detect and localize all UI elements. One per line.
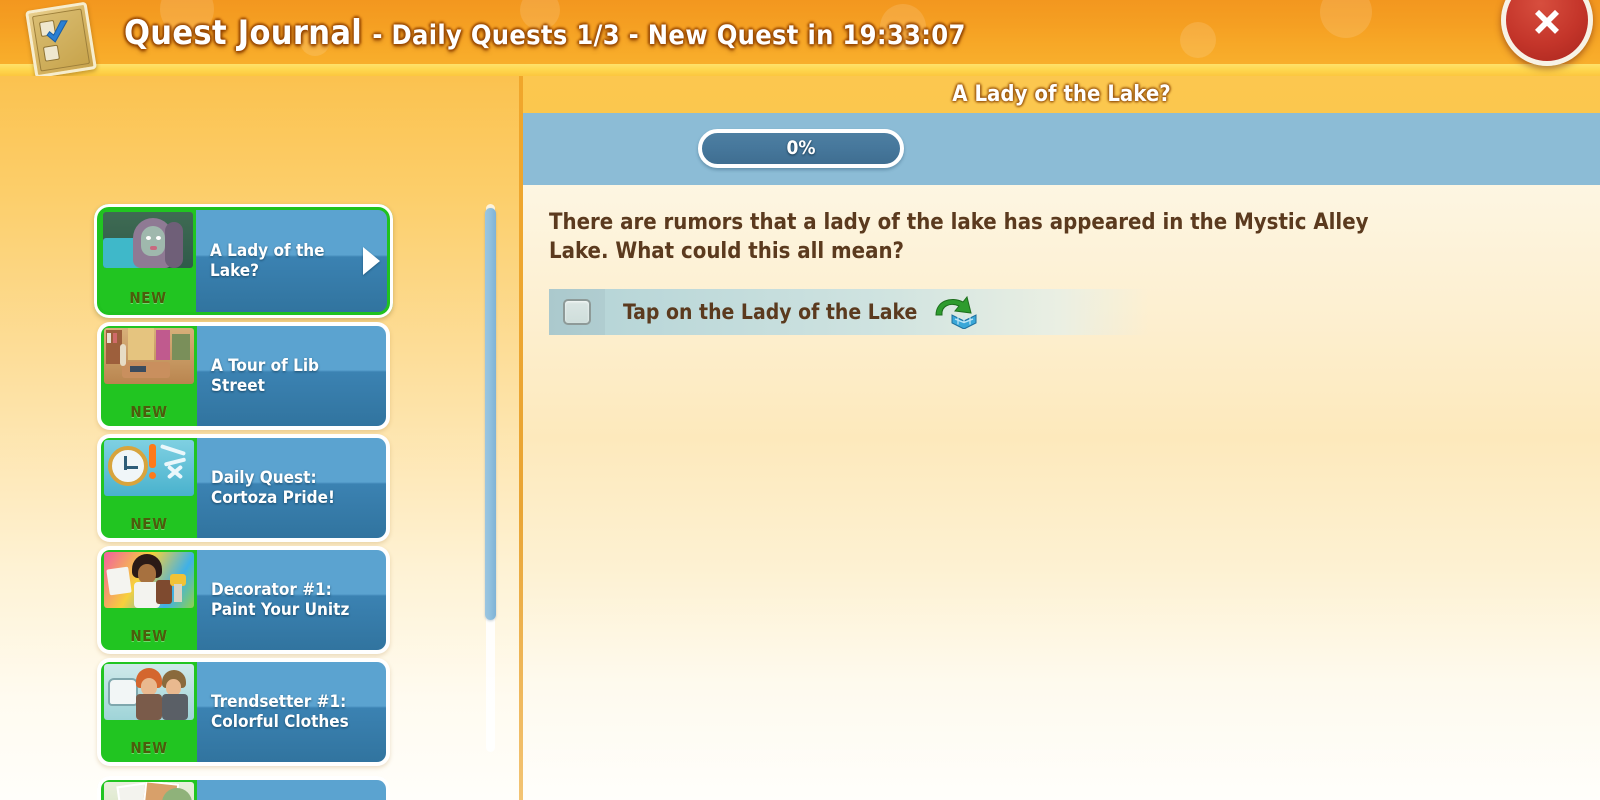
quest-card-body: Decorator #1: Paint Your Unitz [197,550,386,650]
bokeh-decoration [1320,0,1372,38]
bokeh-decoration [1180,22,1216,58]
quest-card-body: Daily Quest: Cortoza Pride! [197,438,386,538]
scrollbar-thumb[interactable] [485,208,496,620]
quest-detail-panel: A Lady of the Lake? 0% There are rumors … [523,76,1600,800]
quest-card-1[interactable]: NEW A Lady of the Lake? [94,204,393,318]
quest-journal-window: Quest Journal - Daily Quests 1/3 - New Q… [0,0,1600,800]
detail-title: A Lady of the Lake? [952,82,1171,107]
quest-card-badge-area: NEW [101,326,197,426]
new-badge: NEW [129,289,167,307]
quest-list: NEW A Lady of the Lake? NEW A Tour of Lib S… [0,76,470,800]
new-badge: NEW [130,515,168,533]
quest-card-badge-area: NEW [101,662,197,762]
progress-band: 0% [523,113,1600,185]
quest-card-inner: NEW A Lady of the Lake? [100,210,387,312]
mermaid-lady-thumbnail [103,212,193,268]
quest-card-body: Trendsetter #1: Colorful Clothes [197,662,386,762]
quest-card-6[interactable]: Socialite #1: [97,776,390,800]
quest-progress-bar[interactable]: 0% [698,129,904,168]
quest-card-inner: NEW Trendsetter #1: Colorful Clothes [101,662,386,762]
quest-card-body: Socialite #1: [197,780,386,800]
objective-checkbox-cell[interactable] [549,289,605,335]
lib-street-room-thumbnail [104,328,194,384]
goto-location-arrow-icon[interactable] [933,295,979,330]
close-icon [1535,9,1559,34]
tshirt-couple-thumbnail [104,664,194,720]
page-title: Quest Journal - Daily Quests 1/3 - New Q… [124,10,966,56]
quest-card-body: A Lady of the Lake? [196,210,387,312]
quest-list-panel: NEW A Lady of the Lake? NEW A Tour of Lib S… [0,76,519,800]
quest-card-badge-area [101,780,197,800]
window-title-main: Quest Journal [124,13,363,53]
stopwatch-map-thumbnail [104,440,194,496]
quest-card-inner: NEW Daily Quest: Cortoza Pride! [101,438,386,538]
quest-card-title: Daily Quest: Cortoza Pride! [211,468,335,508]
quest-card-body: A Tour of Lib Street [197,326,386,426]
painter-girl-thumbnail [104,552,194,608]
quest-card-badge-area: NEW [100,210,196,312]
window-title-sub: - Daily Quests 1/3 - New Quest in 19:33:… [372,20,966,51]
socialite-photos-thumbnail [104,782,194,800]
new-badge: NEW [130,403,168,421]
quest-card-5[interactable]: NEW Trendsetter #1: Colorful Clothes [97,658,390,766]
quest-card-badge-area: NEW [101,550,197,650]
quest-card-chevron-right-icon [363,247,380,275]
quest-card-3[interactable]: NEW Daily Quest: Cortoza Pride! [97,434,390,542]
quest-card-title: A Lady of the Lake? [210,241,325,281]
quest-card-title: Decorator #1: Paint Your Unitz [211,580,350,620]
quest-card-4[interactable]: NEW Decorator #1: Paint Your Unitz [97,546,390,654]
objective-row[interactable]: Tap on the Lady of the Lake [549,289,1149,335]
quest-card-2[interactable]: NEW A Tour of Lib Street [97,322,390,430]
quest-card-inner: NEW Decorator #1: Paint Your Unitz [101,550,386,650]
quest-description: There are rumors that a lady of the lake… [549,210,1369,264]
quest-list-scrollbar[interactable] [485,204,496,752]
blue-checkmark-icon [46,20,68,43]
quest-card-inner: NEW A Tour of Lib Street [101,326,386,426]
quest-card-inner: Socialite #1: [101,780,386,800]
quest-card-title: A Tour of Lib Street [211,356,320,396]
titlebar-underline [0,64,1600,76]
objective-label: Tap on the Lady of the Lake [623,300,918,324]
quest-card-badge-area: NEW [101,438,197,538]
quest-card-title: Trendsetter #1: Colorful Clothes [211,692,349,732]
objective-checkbox[interactable] [563,299,591,325]
progress-label: 0% [786,137,816,159]
new-badge: NEW [130,627,168,645]
journal-clipboard-icon [25,1,97,79]
new-badge: NEW [130,739,168,757]
